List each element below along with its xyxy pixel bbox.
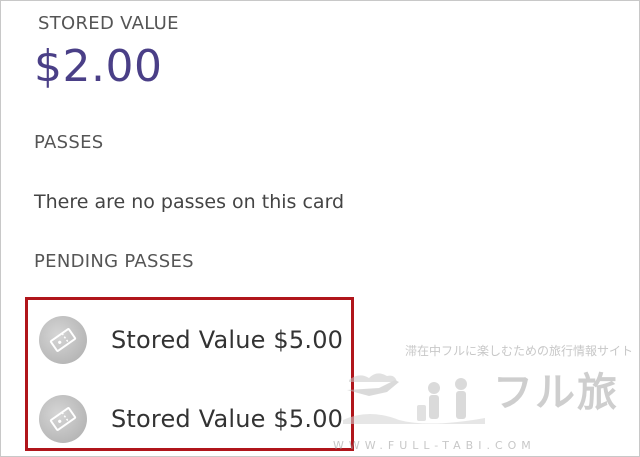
travel-illustration-icon <box>339 350 489 444</box>
pending-passes-label: PENDING PASSES <box>34 251 194 272</box>
ticket-icon <box>39 395 87 443</box>
card-panel: STORED VALUE $2.00 PASSES There are no p… <box>0 0 640 457</box>
watermark-tagline: 滞在中フルに楽しむための旅行情報サイト <box>405 344 634 358</box>
pending-pass-label: Stored Value $5.00 <box>111 405 344 433</box>
passes-label: PASSES <box>34 132 104 153</box>
watermark-logo: フル旅 <box>493 370 619 416</box>
stored-value-amount: $2.00 <box>34 41 163 92</box>
pending-pass-item[interactable]: Stored Value $5.00 <box>39 394 343 444</box>
no-passes-message: There are no passes on this card <box>34 191 345 213</box>
pending-pass-item[interactable]: Stored Value $5.00 <box>39 315 343 365</box>
pending-pass-label: Stored Value $5.00 <box>111 326 344 354</box>
watermark-url: WWW.FULL-TABI.COM <box>333 439 536 452</box>
ticket-icon <box>39 316 87 364</box>
watermark: 滞在中フルに楽しむための旅行情報サイト フル旅 WWW.FULL-TABI.CO… <box>333 342 633 452</box>
stored-value-label: STORED VALUE <box>38 13 179 34</box>
